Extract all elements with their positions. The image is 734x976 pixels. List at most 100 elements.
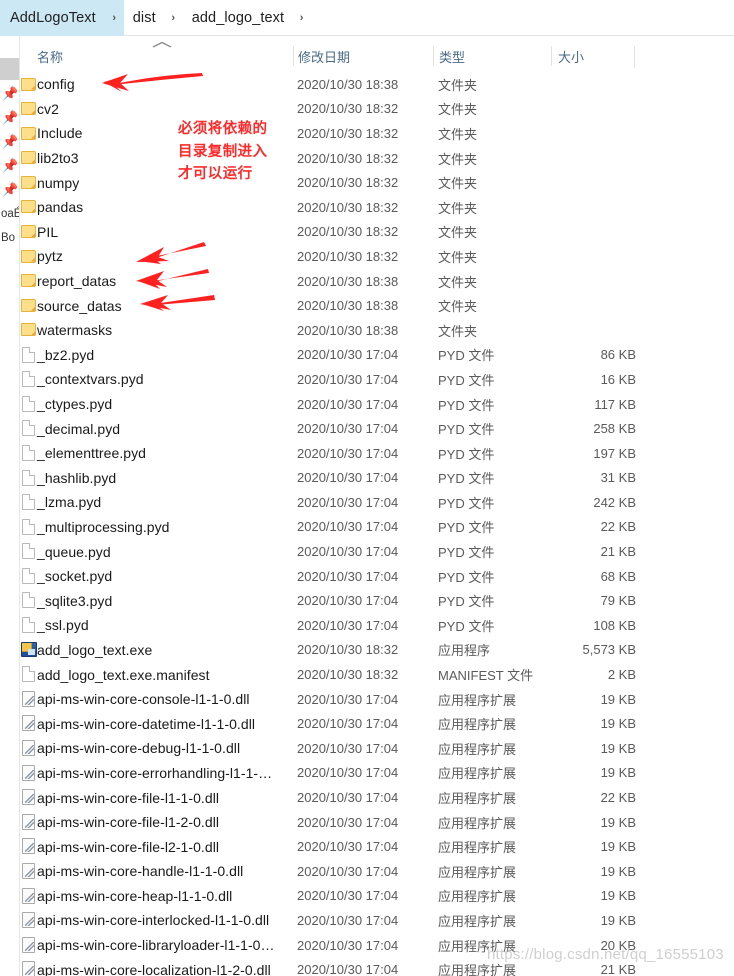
file-row[interactable]: source_datas 2020/10/30 18:38 文件夹: [21, 293, 734, 318]
folder-icon-wrapper: [21, 199, 37, 215]
file-row[interactable]: api-ms-win-core-handle-l1-1-0.dll 2020/10…: [21, 859, 734, 884]
file-row[interactable]: api-ms-win-core-console-l1-1-0.dll 2020/1…: [21, 687, 734, 712]
pin-icon[interactable]: 📌: [2, 158, 18, 174]
file-list[interactable]: config 2020/10/30 18:38 文件夹 cv2 2020/10/30 1…: [21, 72, 734, 976]
file-row[interactable]: api-ms-win-core-datetime-l1-1-0.dll 2020/…: [21, 711, 734, 736]
file-type-cell: 文件夹: [438, 176, 478, 192]
column-divider[interactable]: [433, 46, 434, 66]
file-size-cell: 19 KB: [600, 863, 636, 879]
pin-icon[interactable]: 📌: [2, 182, 18, 198]
file-row[interactable]: _ssl.pyd 2020/10/30 17:04 PYD 文件 108 KB: [21, 613, 734, 638]
file-row[interactable]: report_datas 2020/10/30 18:38 文件夹: [21, 269, 734, 294]
file-row[interactable]: _sqlite3.pyd 2020/10/30 17:04 PYD 文件 79 KB: [21, 588, 734, 613]
dll-icon-wrapper: [21, 961, 37, 976]
file-size-cell: 19 KB: [600, 765, 636, 781]
file-row[interactable]: _ctypes.pyd 2020/10/30 17:04 PYD 文件 117 KB: [21, 392, 734, 417]
file-row[interactable]: api-ms-win-core-debug-l1-1-0.dll 2020/10/…: [21, 736, 734, 761]
file-icon: [22, 420, 35, 437]
file-name-cell: PIL: [37, 223, 59, 240]
file-row[interactable]: _elementtree.pyd 2020/10/30 17:04 PYD 文件 19…: [21, 441, 734, 466]
file-name-cell: _ctypes.pyd: [37, 396, 113, 413]
file-row[interactable]: api-ms-win-core-heap-l1-1-0.dll 2020/10/3…: [21, 884, 734, 909]
file-row[interactable]: api-ms-win-core-localization-l1-2-0.dll 2…: [21, 957, 734, 976]
file-size-cell: [521, 146, 636, 171]
pin-icon[interactable]: 📌: [2, 110, 18, 126]
file-icon: [22, 518, 35, 535]
pin-icon[interactable]: 📌: [2, 86, 18, 102]
file-row[interactable]: Include 2020/10/30 18:32 文件夹: [21, 121, 734, 146]
file-date-cell: 2020/10/30 17:04: [297, 765, 399, 781]
column-divider[interactable]: [551, 46, 552, 66]
file-row[interactable]: _contextvars.pyd 2020/10/30 17:04 PYD 文件 16…: [21, 367, 734, 392]
file-row[interactable]: _hashlib.pyd 2020/10/30 17:04 PYD 文件 31 KB: [21, 466, 734, 491]
file-size-cell: 197 KB: [593, 445, 636, 461]
chevron-up-icon: [152, 41, 172, 48]
dll-icon: [22, 764, 35, 781]
file-icon-wrapper: [21, 444, 37, 461]
file-row[interactable]: numpy 2020/10/30 18:32 文件夹: [21, 170, 734, 195]
file-row[interactable]: pytz 2020/10/30 18:32 文件夹: [21, 244, 734, 269]
column-header-date-modified[interactable]: 修改日期: [298, 42, 350, 70]
navigation-pane[interactable]: 📌 📌 📌 📌 📌 oaÉ Bo: [0, 36, 20, 976]
file-icon-wrapper: [21, 346, 37, 363]
file-row[interactable]: _socket.pyd 2020/10/30 17:04 PYD 文件 68 KB: [21, 564, 734, 589]
nav-item-label[interactable]: oaÉ: [1, 208, 19, 220]
file-date-cell: 2020/10/30 18:32: [297, 175, 399, 191]
folder-icon-wrapper: [21, 76, 37, 92]
file-size-cell: 19 KB: [600, 716, 636, 732]
breadcrumb-separator-icon[interactable]: ›: [104, 0, 124, 36]
folder-icon-wrapper: [21, 248, 37, 264]
file-row[interactable]: watermasks 2020/10/30 18:38 文件夹: [21, 318, 734, 343]
breadcrumb-item-addlogotext[interactable]: AddLogoText: [0, 0, 105, 36]
file-size-cell: 79 KB: [600, 593, 636, 609]
pin-icon[interactable]: 📌: [2, 134, 18, 150]
file-row[interactable]: _multiprocessing.pyd 2020/10/30 17:04 PYD …: [21, 515, 734, 540]
file-name-cell: numpy: [37, 174, 80, 191]
nav-selected-item[interactable]: [0, 58, 19, 80]
file-date-cell: 2020/10/30 18:32: [297, 150, 399, 166]
breadcrumb-item-dist[interactable]: dist: [124, 0, 164, 36]
folder-icon: [21, 175, 36, 189]
file-row[interactable]: _lzma.pyd 2020/10/30 17:04 PYD 文件 242 KB: [21, 490, 734, 515]
file-name-cell: _bz2.pyd: [37, 346, 95, 363]
file-icon: [22, 346, 35, 363]
column-divider[interactable]: [634, 46, 635, 68]
file-name-cell: config: [37, 76, 75, 93]
file-date-cell: 2020/10/30 17:04: [297, 593, 399, 609]
file-date-cell: 2020/10/30 17:04: [297, 937, 399, 953]
column-header-name[interactable]: 名称: [37, 42, 63, 70]
file-type-cell: 应用程序扩展: [438, 692, 517, 708]
dll-icon: [22, 690, 35, 707]
file-row[interactable]: api-ms-win-core-errorhandling-l1-1-… 2020…: [21, 761, 734, 786]
file-row[interactable]: api-ms-win-core-libraryloader-l1-1-0… 202…: [21, 933, 734, 958]
breadcrumb-separator-icon[interactable]: ›: [164, 0, 183, 36]
file-row[interactable]: lib2to3 2020/10/30 18:32 文件夹: [21, 146, 734, 171]
folder-icon-wrapper: [21, 224, 37, 240]
file-row[interactable]: cv2 2020/10/30 18:32 文件夹: [21, 97, 734, 122]
file-row[interactable]: PIL 2020/10/30 18:32 文件夹: [21, 220, 734, 245]
file-row[interactable]: api-ms-win-core-file-l1-1-0.dll 2020/10/3…: [21, 785, 734, 810]
file-row[interactable]: pandas 2020/10/30 18:32 文件夹: [21, 195, 734, 220]
file-name-cell: api-ms-win-core-datetime-l1-1-0.dll: [37, 715, 256, 732]
file-row[interactable]: _queue.pyd 2020/10/30 17:04 PYD 文件 21 KB: [21, 539, 734, 564]
file-row[interactable]: _decimal.pyd 2020/10/30 17:04 PYD 文件 258 KB: [21, 416, 734, 441]
file-size-cell: 20 KB: [600, 937, 636, 953]
file-row[interactable]: add_logo_text.exe 2020/10/30 18:32 应用程序 5,5…: [21, 638, 734, 663]
file-icon: [22, 371, 35, 388]
breadcrumb-separator-icon[interactable]: ›: [292, 0, 311, 36]
breadcrumb-item-add-logo-text[interactable]: add_logo_text: [183, 0, 292, 36]
column-header-size[interactable]: 大小: [558, 42, 584, 70]
file-row[interactable]: api-ms-win-core-interlocked-l1-1-0.dll 20…: [21, 908, 734, 933]
dll-icon-wrapper: [21, 690, 37, 707]
file-row[interactable]: add_logo_text.exe.manifest 2020/10/30 18:…: [21, 662, 734, 687]
file-type-cell: 文件夹: [438, 249, 478, 265]
file-size-cell: [521, 293, 636, 318]
nav-item-label[interactable]: Bo: [1, 232, 15, 244]
file-row[interactable]: api-ms-win-core-file-l1-2-0.dll 2020/10/3…: [21, 810, 734, 835]
file-row[interactable]: api-ms-win-core-file-l2-1-0.dll 2020/10/3…: [21, 834, 734, 859]
column-divider[interactable]: [293, 46, 294, 66]
file-row[interactable]: _bz2.pyd 2020/10/30 17:04 PYD 文件 86 KB: [21, 343, 734, 368]
file-type-cell: PYD 文件: [438, 446, 495, 462]
column-header-type[interactable]: 类型: [439, 42, 465, 70]
file-row[interactable]: config 2020/10/30 18:38 文件夹: [21, 72, 734, 97]
